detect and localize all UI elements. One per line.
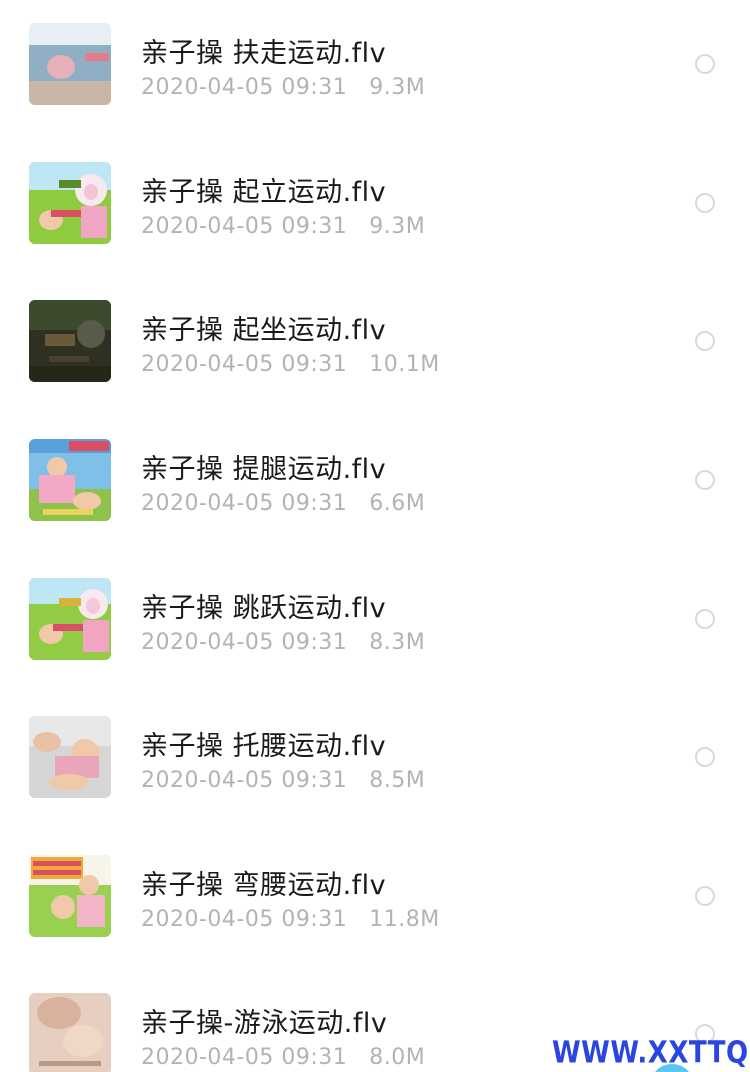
file-size: 9.3M <box>369 75 426 100</box>
radio-unchecked-icon[interactable] <box>695 193 715 213</box>
file-meta: 2020-04-05 09:31 9.3M <box>141 214 425 239</box>
file-name: 亲子操 托腰运动.flv <box>141 731 387 762</box>
radio-unchecked-icon[interactable] <box>695 331 715 351</box>
file-row[interactable]: 亲子操 起坐运动.flv 2020-04-05 09:31 10.1M <box>0 277 750 415</box>
video-thumbnail <box>29 162 111 244</box>
file-date: 2020-04-05 09:31 <box>141 352 348 377</box>
video-thumbnail <box>29 578 111 660</box>
file-meta: 2020-04-05 09:31 10.1M <box>141 352 440 377</box>
radio-unchecked-icon[interactable] <box>695 54 715 74</box>
file-size: 11.8M <box>369 907 440 932</box>
file-size: 10.1M <box>369 352 440 377</box>
file-date: 2020-04-05 09:31 <box>141 630 348 655</box>
video-thumbnail <box>29 855 111 937</box>
file-row[interactable]: 亲子操 扶走运动.flv 2020-04-05 09:31 9.3M <box>0 0 750 138</box>
file-row[interactable]: 亲子操 弯腰运动.flv 2020-04-05 09:31 11.8M <box>0 832 750 970</box>
thumbnail-image <box>29 993 111 1072</box>
video-thumbnail <box>29 716 111 798</box>
radio-unchecked-icon[interactable] <box>695 470 715 490</box>
file-size: 6.6M <box>369 491 426 516</box>
thumbnail-image <box>29 300 111 382</box>
file-size: 8.5M <box>369 768 426 793</box>
file-row[interactable]: 亲子操 托腰运动.flv 2020-04-05 09:31 8.5M <box>0 693 750 831</box>
radio-unchecked-icon[interactable] <box>695 747 715 767</box>
thumbnail-image <box>29 439 111 521</box>
file-meta: 2020-04-05 09:31 8.3M <box>141 630 425 655</box>
thumbnail-image <box>29 578 111 660</box>
thumbnail-image <box>29 23 111 105</box>
radio-unchecked-icon[interactable] <box>695 886 715 906</box>
file-date: 2020-04-05 09:31 <box>141 491 348 516</box>
file-size: 9.3M <box>369 214 426 239</box>
file-name: 亲子操 起坐运动.flv <box>141 315 387 346</box>
file-name: 亲子操 起立运动.flv <box>141 177 387 208</box>
file-size: 8.3M <box>369 630 426 655</box>
file-date: 2020-04-05 09:31 <box>141 1045 348 1070</box>
thumbnail-image <box>29 855 111 937</box>
file-meta: 2020-04-05 09:31 11.8M <box>141 907 440 932</box>
file-date: 2020-04-05 09:31 <box>141 907 348 932</box>
file-meta: 2020-04-05 09:31 6.6M <box>141 491 425 516</box>
video-thumbnail <box>29 439 111 521</box>
file-name: 亲子操 提腿运动.flv <box>141 454 387 485</box>
file-row[interactable]: 亲子操 跳跃运动.flv 2020-04-05 09:31 8.3M <box>0 555 750 693</box>
file-meta: 2020-04-05 09:31 9.3M <box>141 75 425 100</box>
file-row[interactable]: 亲子操 提腿运动.flv 2020-04-05 09:31 6.6M <box>0 416 750 554</box>
file-name: 亲子操 弯腰运动.flv <box>141 870 387 901</box>
file-picker-screen: 亲子操 扶走运动.flv 2020-04-05 09:31 9.3M 亲子操 起… <box>0 0 750 1072</box>
file-name: 亲子操 扶走运动.flv <box>141 38 387 69</box>
file-date: 2020-04-05 09:31 <box>141 75 348 100</box>
video-thumbnail <box>29 23 111 105</box>
file-meta: 2020-04-05 09:31 8.0M <box>141 1045 425 1070</box>
file-date: 2020-04-05 09:31 <box>141 768 348 793</box>
file-row[interactable]: 亲子操 起立运动.flv 2020-04-05 09:31 9.3M <box>0 139 750 277</box>
file-name: 亲子操 跳跃运动.flv <box>141 593 387 624</box>
file-date: 2020-04-05 09:31 <box>141 214 348 239</box>
radio-unchecked-icon[interactable] <box>695 609 715 629</box>
thumbnail-image <box>29 716 111 798</box>
video-thumbnail <box>29 300 111 382</box>
file-size: 8.0M <box>369 1045 426 1070</box>
file-name: 亲子操-游泳运动.flv <box>141 1008 388 1039</box>
site-watermark: WWW.XXTTQ.COM <box>552 1036 750 1071</box>
thumbnail-image <box>29 162 111 244</box>
file-meta: 2020-04-05 09:31 8.5M <box>141 768 425 793</box>
video-thumbnail <box>29 993 111 1072</box>
